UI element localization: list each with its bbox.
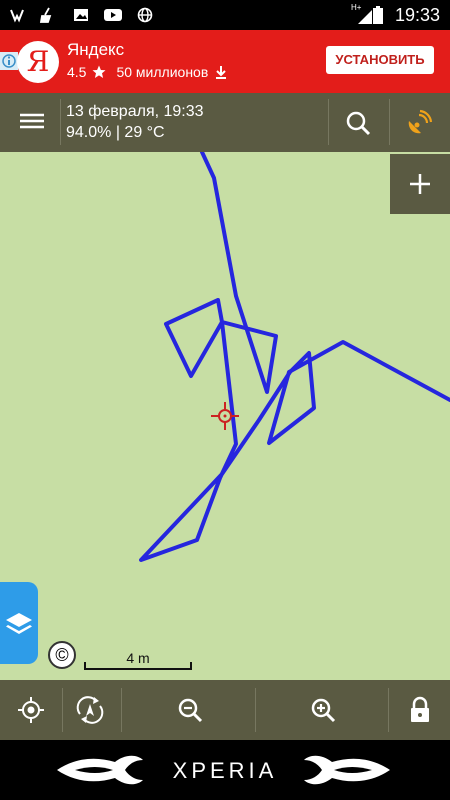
ad-info-icon[interactable] [0, 52, 18, 70]
hamburger-icon [20, 113, 44, 129]
divider [389, 99, 390, 145]
ad-downloads: 50 миллионов [116, 64, 209, 80]
install-button[interactable]: УСТАНОВИТЬ [326, 46, 434, 74]
yandex-logo: Я [17, 41, 59, 83]
youtube-icon [104, 6, 122, 24]
layers-icon [6, 613, 32, 634]
bottom-toolbar [0, 680, 450, 740]
ad-app-name: Яндекс [67, 40, 125, 59]
vk-icon [8, 6, 26, 24]
center-crosshair-icon [211, 402, 239, 430]
divider [328, 99, 329, 145]
rotate-icon [76, 696, 104, 724]
star-icon [92, 65, 106, 78]
date-time-text: 13 февраля, 19:33 [66, 103, 204, 120]
map-view[interactable] [0, 152, 450, 680]
gallery-icon [72, 6, 90, 24]
ad-meta: 4.5 50 миллионов [67, 64, 228, 80]
download-icon [216, 66, 227, 79]
top-bar: 13 февраля, 19:33 94.0% | 29 °C [0, 93, 450, 152]
add-button[interactable] [390, 154, 450, 214]
ad-banner[interactable]: Я Яндекс 4.5 50 миллионов УСТАНОВИТЬ [0, 30, 450, 93]
lock-button[interactable] [398, 688, 442, 732]
status-bar: H+ 19:33 [0, 0, 450, 30]
zoom-in-icon [311, 698, 336, 723]
plus-icon [410, 174, 430, 194]
my-location-button[interactable] [9, 688, 53, 732]
layers-button[interactable] [0, 582, 38, 664]
zoom-in-button[interactable] [301, 688, 345, 732]
copyright-button[interactable]: © [48, 641, 76, 669]
status-time: 19:33 [394, 5, 440, 25]
gps-status-button[interactable] [396, 101, 440, 145]
battery-temp-text: 94.0% | 29 °C [66, 124, 165, 141]
zoom-out-button[interactable] [168, 688, 212, 732]
divider [121, 688, 122, 732]
search-icon [346, 111, 371, 136]
divider [62, 688, 63, 732]
copyright-symbol: © [55, 645, 69, 665]
logo-letter: Я [26, 45, 50, 78]
divider [388, 688, 389, 732]
divider [255, 688, 256, 732]
menu-button[interactable] [10, 99, 54, 143]
satellite-icon [408, 109, 433, 134]
recent-ornament-icon[interactable] [302, 750, 392, 790]
zoom-out-icon [178, 698, 203, 723]
scale-bar [84, 662, 192, 670]
rotate-map-button[interactable] [68, 688, 112, 732]
locate-icon [18, 697, 44, 723]
divider [60, 99, 61, 145]
cleaner-icon [38, 6, 56, 24]
navigation-bar: XPERIA [0, 740, 450, 800]
search-button[interactable] [336, 101, 380, 145]
lock-icon [411, 696, 429, 722]
globe-icon [136, 6, 154, 24]
battery-icon [372, 6, 384, 24]
map-scale: 4 m [84, 650, 192, 670]
ad-rating: 4.5 [67, 64, 87, 80]
